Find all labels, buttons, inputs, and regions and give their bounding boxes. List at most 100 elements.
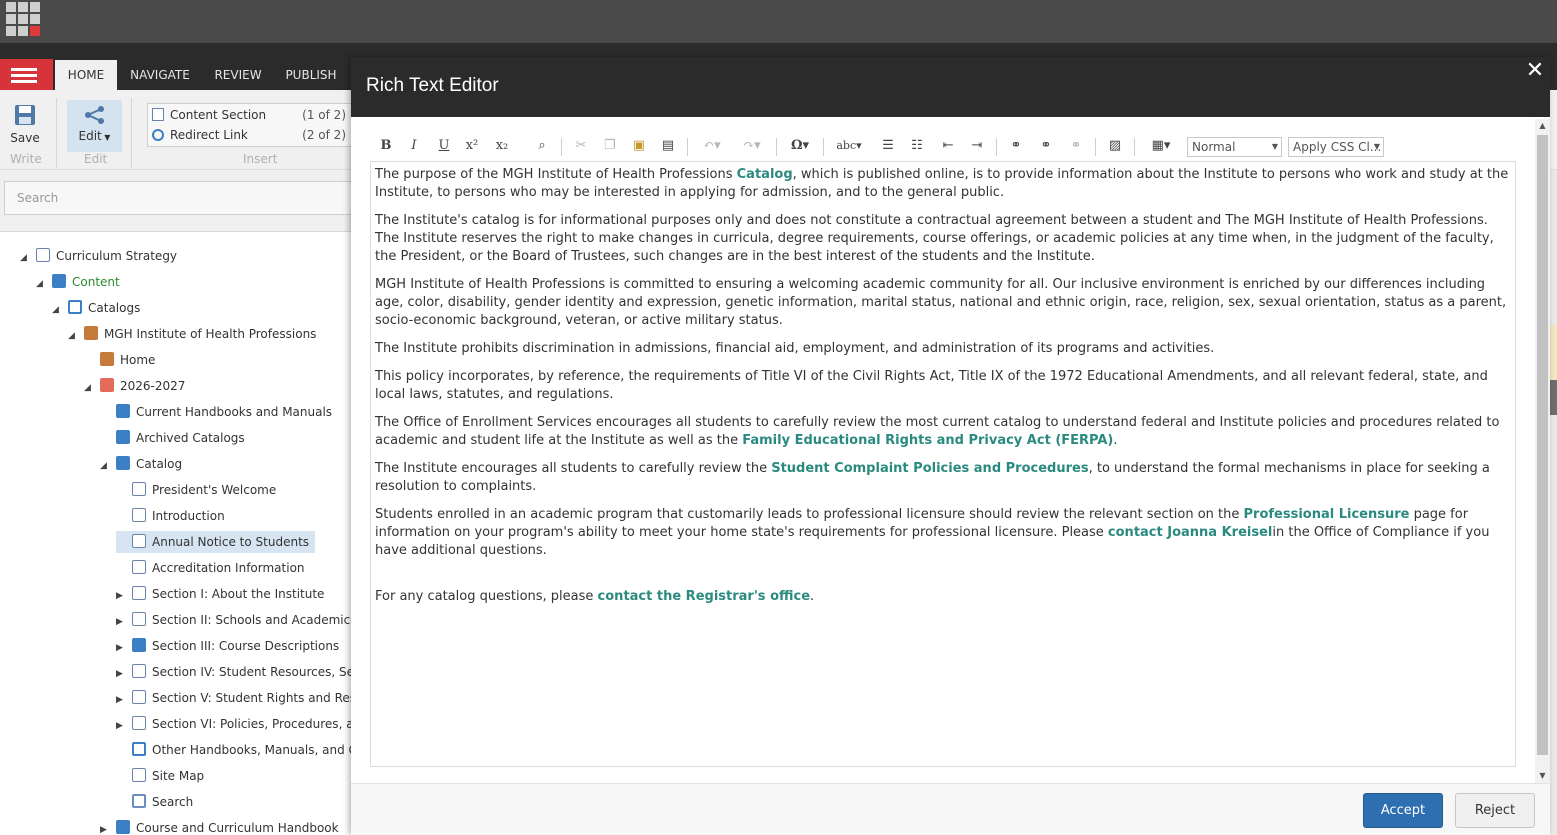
table-icon[interactable]: ▦▾: [1145, 134, 1177, 158]
link-icon: [132, 742, 146, 756]
paste-text-icon[interactable]: ▤: [657, 134, 679, 158]
collapse-arrow-icon[interactable]: ◢: [84, 377, 100, 399]
tab-home[interactable]: HOME: [55, 60, 117, 90]
save-button[interactable]: Save: [6, 104, 44, 145]
insert-options-list: Content Section (1 of 2) Redirect Link (2 …: [147, 103, 352, 147]
tree-item[interactable]: ▶ Section II: Schools and Academic Of: [116, 609, 351, 631]
tree-item[interactable]: ◢ Catalogs: [52, 297, 140, 319]
bold-icon[interactable]: B: [375, 134, 397, 158]
collapse-arrow-icon[interactable]: ◢: [20, 247, 36, 269]
scrollbar-thumb[interactable]: [1537, 135, 1548, 755]
tree-item[interactable]: ▶ Section III: Course Descriptions: [116, 635, 339, 657]
tree-item[interactable]: Accreditation Information: [116, 557, 305, 579]
scroll-down-icon[interactable]: ▼: [1535, 769, 1550, 783]
editor-content-area[interactable]: The purpose of the MGH Institute of Heal…: [370, 161, 1516, 767]
insert-redirect-link[interactable]: Redirect Link (2 of 2): [152, 125, 348, 145]
tree-item[interactable]: ◢ Catalog: [100, 453, 182, 475]
insert-link-icon[interactable]: ⚭: [1005, 134, 1027, 158]
reject-button[interactable]: Reject: [1455, 793, 1535, 828]
tree-item-selected[interactable]: Annual Notice to Students: [116, 531, 316, 553]
paragraph-format-select[interactable]: Normal ▼: [1187, 137, 1282, 157]
expand-arrow-icon[interactable]: ▶: [116, 611, 132, 633]
expand-arrow-icon[interactable]: ▶: [116, 585, 132, 607]
tree-item[interactable]: ◢ Curriculum Strategy: [20, 245, 177, 267]
close-icon[interactable]: ✕: [1522, 57, 1548, 85]
tree-item[interactable]: Home: [84, 349, 155, 371]
paste-icon[interactable]: ▣: [628, 134, 650, 158]
folder-icon: [116, 820, 130, 834]
spellcheck-icon[interactable]: abc▾: [833, 134, 865, 158]
tree-item[interactable]: ▶ Section VI: Policies, Procedures, and: [116, 713, 351, 735]
tree-item[interactable]: Site Map: [116, 765, 204, 787]
superscript-icon[interactable]: x²: [461, 134, 483, 158]
numbered-list-icon[interactable]: ☰: [877, 134, 899, 158]
tree-item[interactable]: Current Handbooks and Manuals: [100, 401, 332, 423]
insert-image-icon[interactable]: ▨: [1104, 134, 1126, 158]
complaint-policies-link[interactable]: Student Complaint Policies and Procedure…: [771, 461, 1088, 476]
tab-navigate[interactable]: NAVIGATE: [122, 60, 198, 90]
remove-link-icon[interactable]: ⚭: [1065, 134, 1087, 158]
tree-item[interactable]: ▶ Section IV: Student Resources, Serv: [116, 661, 351, 683]
cut-icon[interactable]: ✂: [570, 134, 592, 158]
tree-item[interactable]: ◢ MGH Institute of Health Professions: [68, 323, 316, 345]
ferpa-link[interactable]: Family Educational Rights and Privacy Ac…: [742, 433, 1113, 448]
tree-item[interactable]: Search: [116, 791, 193, 813]
tree-item[interactable]: Other Handbooks, Manuals, and Gu: [116, 739, 351, 761]
edit-button[interactable]: Edit ▼: [67, 100, 122, 152]
tab-publish[interactable]: PUBLISH: [277, 60, 345, 90]
calendar-icon: [100, 378, 114, 392]
subscript-icon[interactable]: x₂: [491, 134, 513, 158]
editor-paragraph: This policy incorporates, by reference, …: [375, 369, 1488, 402]
redo-icon[interactable]: ↷▾: [736, 134, 768, 158]
undo-icon[interactable]: ↶▾: [696, 134, 728, 158]
accept-button[interactable]: Accept: [1363, 793, 1443, 828]
document-icon: [132, 508, 146, 522]
document-icon: [132, 716, 146, 730]
tree-item[interactable]: President's Welcome: [116, 479, 276, 501]
collapse-arrow-icon[interactable]: ◢: [100, 455, 116, 477]
bulleted-list-icon[interactable]: ☷: [906, 134, 928, 158]
collapse-arrow-icon[interactable]: ◢: [52, 299, 68, 321]
search-input[interactable]: Search: [4, 181, 356, 215]
symbol-icon[interactable]: Ω▾: [785, 134, 815, 158]
expand-arrow-icon[interactable]: ▶: [116, 689, 132, 711]
scroll-up-icon[interactable]: ▲: [1535, 119, 1550, 133]
registrar-link[interactable]: contact the Registrar's office: [598, 589, 810, 604]
collapse-arrow-icon[interactable]: ◢: [36, 273, 52, 295]
tree-item[interactable]: Archived Catalogs: [100, 427, 245, 449]
hamburger-menu-icon[interactable]: [0, 59, 53, 90]
catalogs-icon: [68, 300, 82, 314]
tree-item-label: Curriculum Strategy: [56, 249, 178, 263]
insert-item-label: Content Section: [170, 108, 267, 122]
contact-joanna-link[interactable]: contact Joanna Kreisel: [1108, 525, 1272, 540]
tab-review[interactable]: REVIEW: [205, 60, 271, 90]
expand-arrow-icon[interactable]: ▶: [100, 819, 116, 835]
indent-icon[interactable]: ⇥: [966, 134, 988, 158]
tree-item[interactable]: ◢ 2026-2027: [84, 375, 185, 397]
outdent-icon[interactable]: ⇤: [937, 134, 959, 158]
tree-item[interactable]: Introduction: [116, 505, 225, 527]
expand-arrow-icon[interactable]: ▶: [116, 663, 132, 685]
app-launcher-icon[interactable]: [6, 2, 40, 36]
tree-item[interactable]: ▶ Section V: Student Rights and Respo: [116, 687, 351, 709]
expand-arrow-icon[interactable]: ▶: [116, 715, 132, 737]
insert-link-alt-icon[interactable]: ⚭: [1035, 134, 1057, 158]
dialog-scrollbar[interactable]: ▲ ▼: [1535, 119, 1550, 783]
catalog-link[interactable]: Catalog: [737, 167, 793, 182]
underline-icon[interactable]: U: [433, 134, 455, 158]
chevron-down-icon: ▼: [1373, 142, 1380, 151]
expand-arrow-icon[interactable]: ▶: [116, 637, 132, 659]
tree-item-label: President's Welcome: [152, 483, 277, 497]
css-class-select[interactable]: Apply CSS Cl... ▼: [1288, 137, 1384, 157]
tree-item[interactable]: ▶ Section I: About the Institute: [116, 583, 324, 605]
collapse-arrow-icon[interactable]: ◢: [68, 325, 84, 347]
find-icon[interactable]: ⌕: [531, 134, 553, 158]
professional-licensure-link[interactable]: Professional Licensure: [1244, 507, 1410, 522]
document-icon: [132, 612, 146, 626]
insert-content-section[interactable]: Content Section (1 of 2): [152, 105, 348, 125]
tree-item[interactable]: ▶ Course and Curriculum Handbook: [100, 817, 339, 835]
site-icon: [84, 326, 98, 340]
copy-icon[interactable]: ❐: [599, 134, 621, 158]
italic-icon[interactable]: I: [403, 134, 425, 158]
tree-item[interactable]: ◢ Content: [36, 271, 120, 293]
